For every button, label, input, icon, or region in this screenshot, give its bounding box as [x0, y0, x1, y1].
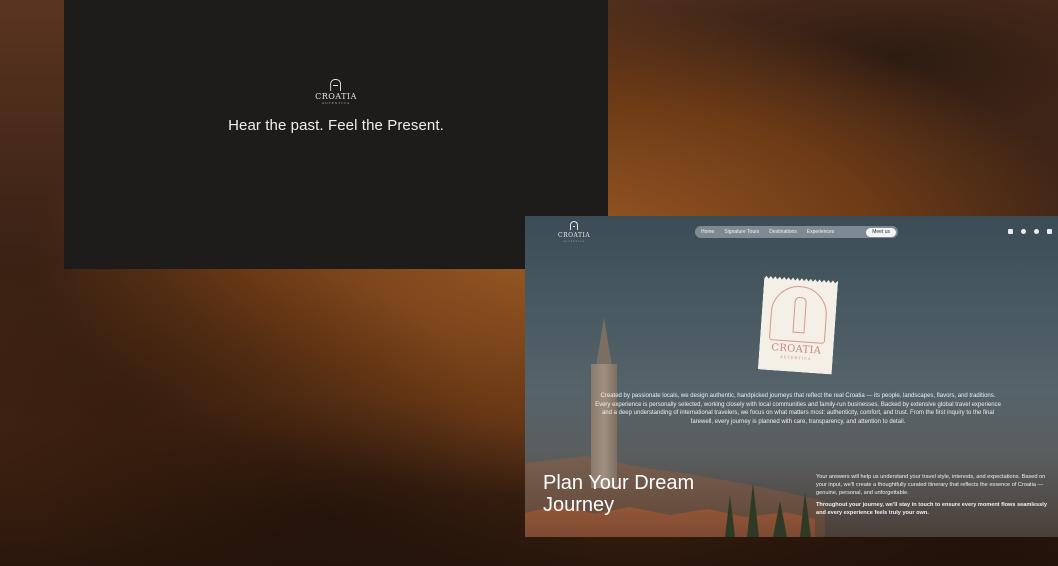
phone-icon[interactable]: [1034, 229, 1039, 234]
stamp-frame: [769, 284, 829, 344]
logo-subtitle: AUTENTICA: [563, 241, 586, 243]
nav-experiences[interactable]: Experiences: [803, 228, 839, 236]
nav-signature-tours[interactable]: Signature Tours: [720, 228, 763, 236]
tower-logo-icon: [570, 221, 579, 230]
whatsapp-icon[interactable]: [1021, 229, 1026, 234]
stamp-tower-icon: [792, 297, 806, 334]
brand-logo: CROATIA AUTENTICA: [315, 79, 357, 105]
plan-heading-line2: Journey: [543, 494, 615, 516]
croatia-stamp: CROATIA AUTENTICA: [758, 276, 838, 375]
nav-destinations[interactable]: Destinations: [765, 228, 801, 236]
about-paragraph: Created by passionate locals, we design …: [595, 393, 1001, 425]
nav-meet-us[interactable]: Meet us: [866, 227, 896, 237]
logo-word: CROATIA: [558, 232, 591, 239]
nav-home[interactable]: Home: [697, 228, 718, 236]
logo-word: CROATIA: [315, 92, 357, 101]
social-links: [1008, 229, 1052, 234]
site-logo[interactable]: CROATIA AUTENTICA: [558, 221, 590, 244]
instagram-icon[interactable]: [1047, 229, 1052, 234]
tower-logo-icon: [330, 79, 342, 91]
tagline: Hear the past. Feel the Present.: [228, 117, 444, 134]
logo-subtitle: AUTENTICA: [321, 101, 351, 105]
plan-heading: Plan Your Dream Journey: [543, 472, 694, 516]
plan-heading-line1: Plan Your Dream: [543, 472, 695, 494]
plan-text-2: Throughout your journey, we'll stay in t…: [816, 502, 1047, 517]
main-nav: Home Signature Tours Destinations Experi…: [695, 226, 898, 238]
tower-shaft: [591, 364, 617, 488]
plan-text-1: Your answers will help us understand you…: [816, 474, 1046, 496]
mail-icon[interactable]: [1008, 229, 1013, 234]
website-preview-card: CROATIA AUTENTICA Home Signature Tours D…: [525, 216, 1058, 537]
tower-spire: [596, 318, 612, 366]
plan-description: Your answers will help us understand you…: [816, 474, 1048, 523]
